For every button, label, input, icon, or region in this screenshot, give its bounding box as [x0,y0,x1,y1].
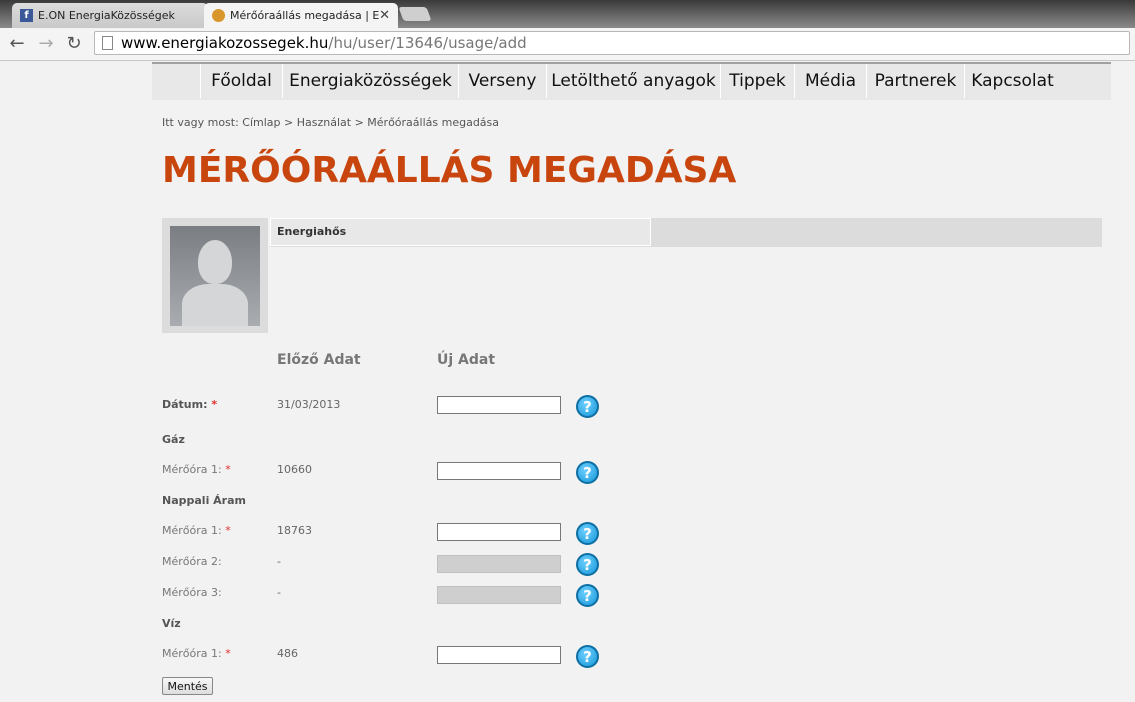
avatar [162,218,268,333]
energy-community-icon [212,9,225,22]
required-mark: * [225,463,231,476]
gas-meter-1-input[interactable] [437,462,561,480]
reload-icon[interactable]: ↻ [63,32,85,54]
nav-item-competition[interactable]: Verseny [458,64,546,98]
help-icon[interactable]: ? [576,522,599,545]
close-icon[interactable]: ✕ [379,8,390,23]
tab-eon-facebook[interactable]: f E.ON EnergiaKözösségek [12,3,208,28]
browser-tab-bar: f E.ON EnergiaKözösségek Mérőóraállás me… [0,0,1135,28]
required-mark: * [225,524,231,537]
url-path: /hu/user/13646/usage/add [328,34,527,52]
day-power-meter-1-label: Mérőóra 1: * [162,524,231,537]
required-mark: * [225,647,231,660]
day-power-meter-2-previous-value: - [277,555,281,568]
help-icon[interactable]: ? [576,461,599,484]
back-arrow-icon[interactable]: ← [6,32,28,54]
url-host: www.energiakozossegek.hu [121,34,329,52]
day-power-meter-2-label: Mérőóra 2: [162,555,222,568]
breadcrumb: Itt vagy most: Címlap > Használat > Mérő… [162,116,500,129]
section-gas: Gáz [162,433,185,446]
section-water: Víz [162,617,181,630]
address-bar[interactable]: www.energiakozossegek.hu/hu/user/13646/u… [94,31,1130,55]
forward-arrow-icon[interactable]: → [35,32,57,54]
tab-title: E.ON EnergiaKözösségek [38,9,175,22]
section-day-power: Nappali Áram [162,494,246,507]
nav-item-home[interactable]: Főoldal [200,64,282,98]
browser-toolbar: ← → ↻ www.energiakozossegek.hu/hu/user/1… [0,28,1135,61]
nav-item-contact[interactable]: Kapcsolat [964,64,1060,98]
default-avatar-icon [170,226,260,326]
help-icon[interactable]: ? [576,395,599,418]
day-power-meter-2-input [437,555,561,573]
help-icon[interactable]: ? [576,584,599,607]
help-icon[interactable]: ? [576,645,599,668]
day-power-meter-1-previous-value: 18763 [277,524,312,537]
water-meter-1-previous-value: 486 [277,647,298,660]
nav-item-energy-communities[interactable]: Energiaközösségek [282,64,458,98]
column-header-previous: Előző Adat [277,352,361,368]
day-power-meter-3-label: Mérőóra 3: [162,586,222,599]
nav-item-tips[interactable]: Tippek [720,64,794,98]
help-icon[interactable]: ? [576,553,599,576]
tab-meter-reading[interactable]: Mérőóraállás megadása | E ✕ [204,3,398,28]
nav-item-media[interactable]: Média [794,64,866,98]
nav-item-downloads[interactable]: Letölthető anyagok [546,64,720,98]
save-button[interactable]: Mentés [162,677,213,695]
day-power-meter-3-previous-value: - [277,586,281,599]
tab-title: Mérőóraállás megadása | E [230,9,380,22]
column-header-new: Új Adat [437,352,496,368]
page-icon [102,36,113,50]
gas-meter-1-previous-value: 10660 [277,463,312,476]
profile-bar: Energiahős [270,218,1102,247]
date-input[interactable] [437,396,561,414]
site-navigation: Főoldal Energiaközösségek Verseny Letölt… [152,62,1111,100]
profile-name[interactable]: Energiahős [270,218,651,246]
page-title: MÉRŐÓRAÁLLÁS MEGADÁSA [162,150,737,191]
water-meter-1-label: Mérőóra 1: * [162,647,231,660]
day-power-meter-3-input [437,586,561,604]
required-mark: * [211,398,218,411]
new-tab-button[interactable] [398,7,432,21]
nav-item-partners[interactable]: Partnerek [866,64,964,98]
water-meter-1-input[interactable] [437,646,561,664]
date-previous-value: 31/03/2013 [277,398,341,411]
facebook-icon: f [20,9,33,22]
day-power-meter-1-input[interactable] [437,523,561,541]
date-label: Dátum: * [162,398,218,411]
gas-meter-1-label: Mérőóra 1: * [162,463,231,476]
